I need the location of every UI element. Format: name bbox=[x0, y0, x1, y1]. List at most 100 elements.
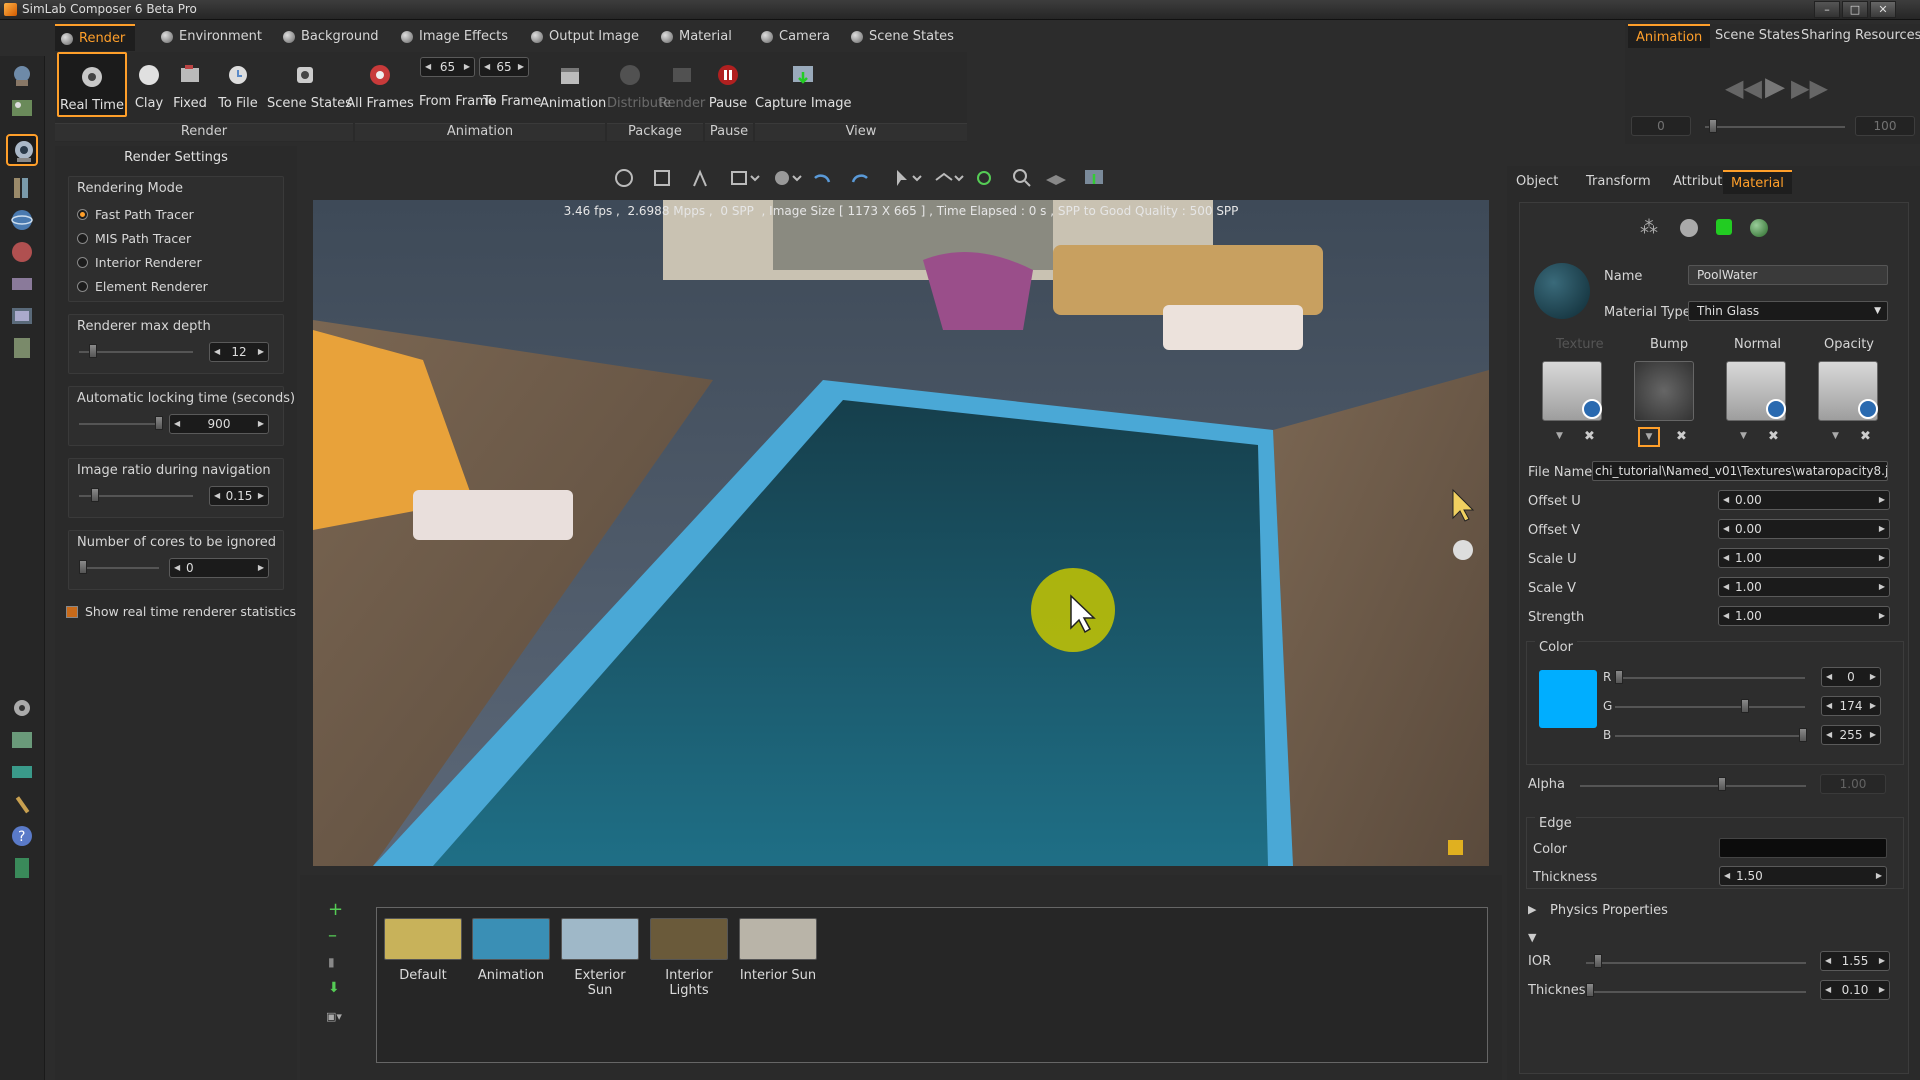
chevron-down-icon[interactable] bbox=[910, 166, 924, 190]
fast-forward-icon[interactable]: ▶▶ bbox=[1791, 74, 1828, 102]
tab-object[interactable]: Object bbox=[1508, 170, 1566, 194]
image-gallery-icon[interactable] bbox=[6, 724, 38, 756]
scale-u-spinner[interactable]: ◀ 1.00 ▶ bbox=[1718, 548, 1890, 568]
document-icon[interactable] bbox=[6, 332, 38, 364]
locking-time-spinner[interactable]: ◀ 900 ▶ bbox=[169, 414, 269, 434]
tab-render[interactable]: Render bbox=[55, 24, 136, 51]
remove-state-icon[interactable]: – bbox=[328, 925, 337, 946]
settings-gear-icon[interactable] bbox=[6, 692, 38, 724]
add-state-icon[interactable]: + bbox=[328, 899, 343, 920]
color-swatch[interactable] bbox=[1539, 670, 1597, 728]
ior-spinner[interactable]: ◀ 1.55 ▶ bbox=[1820, 951, 1890, 971]
scene-state-animation[interactable]: Animation bbox=[471, 918, 551, 983]
edge-color-swatch[interactable] bbox=[1719, 838, 1887, 858]
material-name-input[interactable]: PoolWater bbox=[1688, 265, 1888, 285]
anim-end-spinner[interactable]: 100 bbox=[1855, 116, 1915, 136]
tab-environment[interactable]: Environment bbox=[155, 24, 272, 51]
max-depth-knob[interactable] bbox=[89, 344, 97, 358]
scene-state-default[interactable]: Default bbox=[383, 918, 463, 983]
thickness-slider[interactable] bbox=[1586, 991, 1806, 993]
bump-remove-icon[interactable]: ✖ bbox=[1676, 429, 1687, 444]
video-icon[interactable] bbox=[6, 300, 38, 332]
tab-image-effects[interactable]: Image Effects bbox=[395, 24, 518, 51]
tab-material-props[interactable]: Material bbox=[1723, 170, 1792, 194]
import-icon[interactable] bbox=[6, 756, 38, 788]
b-slider[interactable] bbox=[1615, 735, 1805, 737]
distribute-button[interactable]: Distribute bbox=[607, 52, 671, 117]
r-spinner[interactable]: ◀ 0 ▶ bbox=[1821, 667, 1881, 687]
orbit-icon[interactable] bbox=[612, 166, 636, 190]
anim-timeline-slider[interactable] bbox=[1705, 126, 1845, 128]
r-knob[interactable] bbox=[1615, 670, 1623, 684]
increment-icon[interactable]: ▶ bbox=[464, 58, 470, 76]
tab-scene-states[interactable]: Scene States bbox=[845, 24, 964, 51]
animation-render-button[interactable]: Animation bbox=[540, 52, 606, 117]
edge-thickness-spinner[interactable]: ◀ 1.50 ▶ bbox=[1719, 866, 1887, 886]
opacity-remove-icon[interactable]: ✖ bbox=[1860, 429, 1871, 444]
tools-wrench-icon[interactable] bbox=[6, 788, 38, 820]
scale-v-spinner[interactable]: ◀ 1.00 ▶ bbox=[1718, 577, 1890, 597]
undo-icon[interactable] bbox=[810, 166, 834, 190]
radio-mis-path-tracer[interactable]: MIS Path Tracer bbox=[77, 231, 191, 246]
scene-states-render-button[interactable]: Scene States bbox=[267, 52, 352, 117]
strength-spinner[interactable]: ◀ 1.00 ▶ bbox=[1718, 606, 1890, 626]
expand-arrow-icon[interactable]: ▶ bbox=[1528, 903, 1536, 916]
from-frame-spinner[interactable]: ◀ 65 ▶ bbox=[420, 57, 475, 77]
max-depth-spinner[interactable]: ◀ 12 ▶ bbox=[209, 342, 269, 362]
chevron-down-icon[interactable] bbox=[748, 166, 762, 190]
r-slider[interactable] bbox=[1615, 677, 1805, 679]
material-sphere-icon[interactable] bbox=[1750, 219, 1768, 237]
material-search-icon[interactable] bbox=[1680, 219, 1698, 237]
render-viewport[interactable]: 3.46 fps , 2.6988 Mpps , 0 SPP , Image S… bbox=[313, 200, 1489, 866]
material-type-select[interactable]: Thin Glass ▼ bbox=[1688, 301, 1888, 321]
normal-remove-icon[interactable]: ✖ bbox=[1768, 429, 1779, 444]
g-spinner[interactable]: ◀ 174 ▶ bbox=[1821, 696, 1881, 716]
zoom-icon[interactable] bbox=[1010, 166, 1034, 190]
collapse-arrow-icon[interactable]: ▼ bbox=[1528, 931, 1536, 944]
render-mode-icon[interactable] bbox=[6, 134, 38, 166]
offset-u-spinner[interactable]: ◀ 0.00 ▶ bbox=[1718, 490, 1890, 510]
close-window-button[interactable]: ✕ bbox=[1870, 1, 1896, 18]
tab-sharing-resources[interactable]: Sharing Resources bbox=[1793, 24, 1920, 48]
material-tools-icon[interactable]: ⁂ bbox=[1640, 217, 1658, 238]
scene-state-interior-lights[interactable]: Interior Lights bbox=[649, 918, 729, 998]
home-icon[interactable] bbox=[6, 60, 38, 92]
b-knob[interactable] bbox=[1799, 728, 1807, 742]
b-spinner[interactable]: ◀ 255 ▶ bbox=[1821, 725, 1881, 745]
cores-ignored-knob[interactable] bbox=[79, 560, 87, 574]
material-assign-icon[interactable] bbox=[1716, 219, 1732, 235]
cores-ignored-spinner[interactable]: ◀ 0 ▶ bbox=[169, 558, 269, 578]
radio-element-renderer[interactable]: Element Renderer bbox=[77, 279, 208, 294]
radio-fast-path-tracer[interactable]: Fast Path Tracer bbox=[77, 207, 194, 222]
ior-slider[interactable] bbox=[1586, 962, 1806, 964]
globe-icon[interactable] bbox=[6, 204, 38, 236]
scene-state-exterior-sun[interactable]: Exterior Sun bbox=[560, 918, 640, 998]
decrement-icon[interactable]: ◀ bbox=[425, 58, 431, 76]
anim-start-spinner[interactable]: 0 bbox=[1631, 116, 1691, 136]
anim-timeline-knob[interactable] bbox=[1709, 119, 1717, 133]
thickness-spinner[interactable]: ◀ 0.10 ▶ bbox=[1820, 980, 1890, 1000]
real-time-button[interactable]: Real Time bbox=[57, 52, 127, 117]
fit-view-icon[interactable] bbox=[650, 166, 674, 190]
normal-dropdown-icon[interactable]: ▼ bbox=[1740, 431, 1747, 441]
increment-icon[interactable]: ▶ bbox=[518, 58, 524, 76]
tab-material[interactable]: Material bbox=[655, 24, 742, 51]
chevron-down-icon[interactable] bbox=[952, 166, 966, 190]
state-menu-icon[interactable]: ▣▾ bbox=[326, 1010, 342, 1023]
material-icon[interactable] bbox=[6, 236, 38, 268]
delete-state-icon[interactable]: ▮ bbox=[328, 955, 335, 969]
library-icon[interactable] bbox=[6, 172, 38, 204]
redo-icon[interactable] bbox=[848, 166, 872, 190]
fixed-button[interactable]: Fixed bbox=[169, 52, 211, 117]
locking-time-slider[interactable] bbox=[79, 423, 159, 425]
alpha-spinner[interactable]: 1.00 bbox=[1820, 774, 1886, 794]
help-icon[interactable]: ? bbox=[6, 820, 38, 852]
walk-icon[interactable] bbox=[688, 166, 712, 190]
opacity-dropdown-icon[interactable]: ▼ bbox=[1832, 431, 1839, 441]
texture-dropdown-icon[interactable]: ▼ bbox=[1556, 431, 1563, 441]
play-icon[interactable]: ▶ bbox=[1765, 72, 1785, 102]
g-knob[interactable] bbox=[1741, 699, 1749, 713]
animation-icon[interactable] bbox=[6, 268, 38, 300]
radio-interior-renderer[interactable]: Interior Renderer bbox=[77, 255, 202, 270]
stats-checkbox[interactable] bbox=[66, 606, 78, 618]
